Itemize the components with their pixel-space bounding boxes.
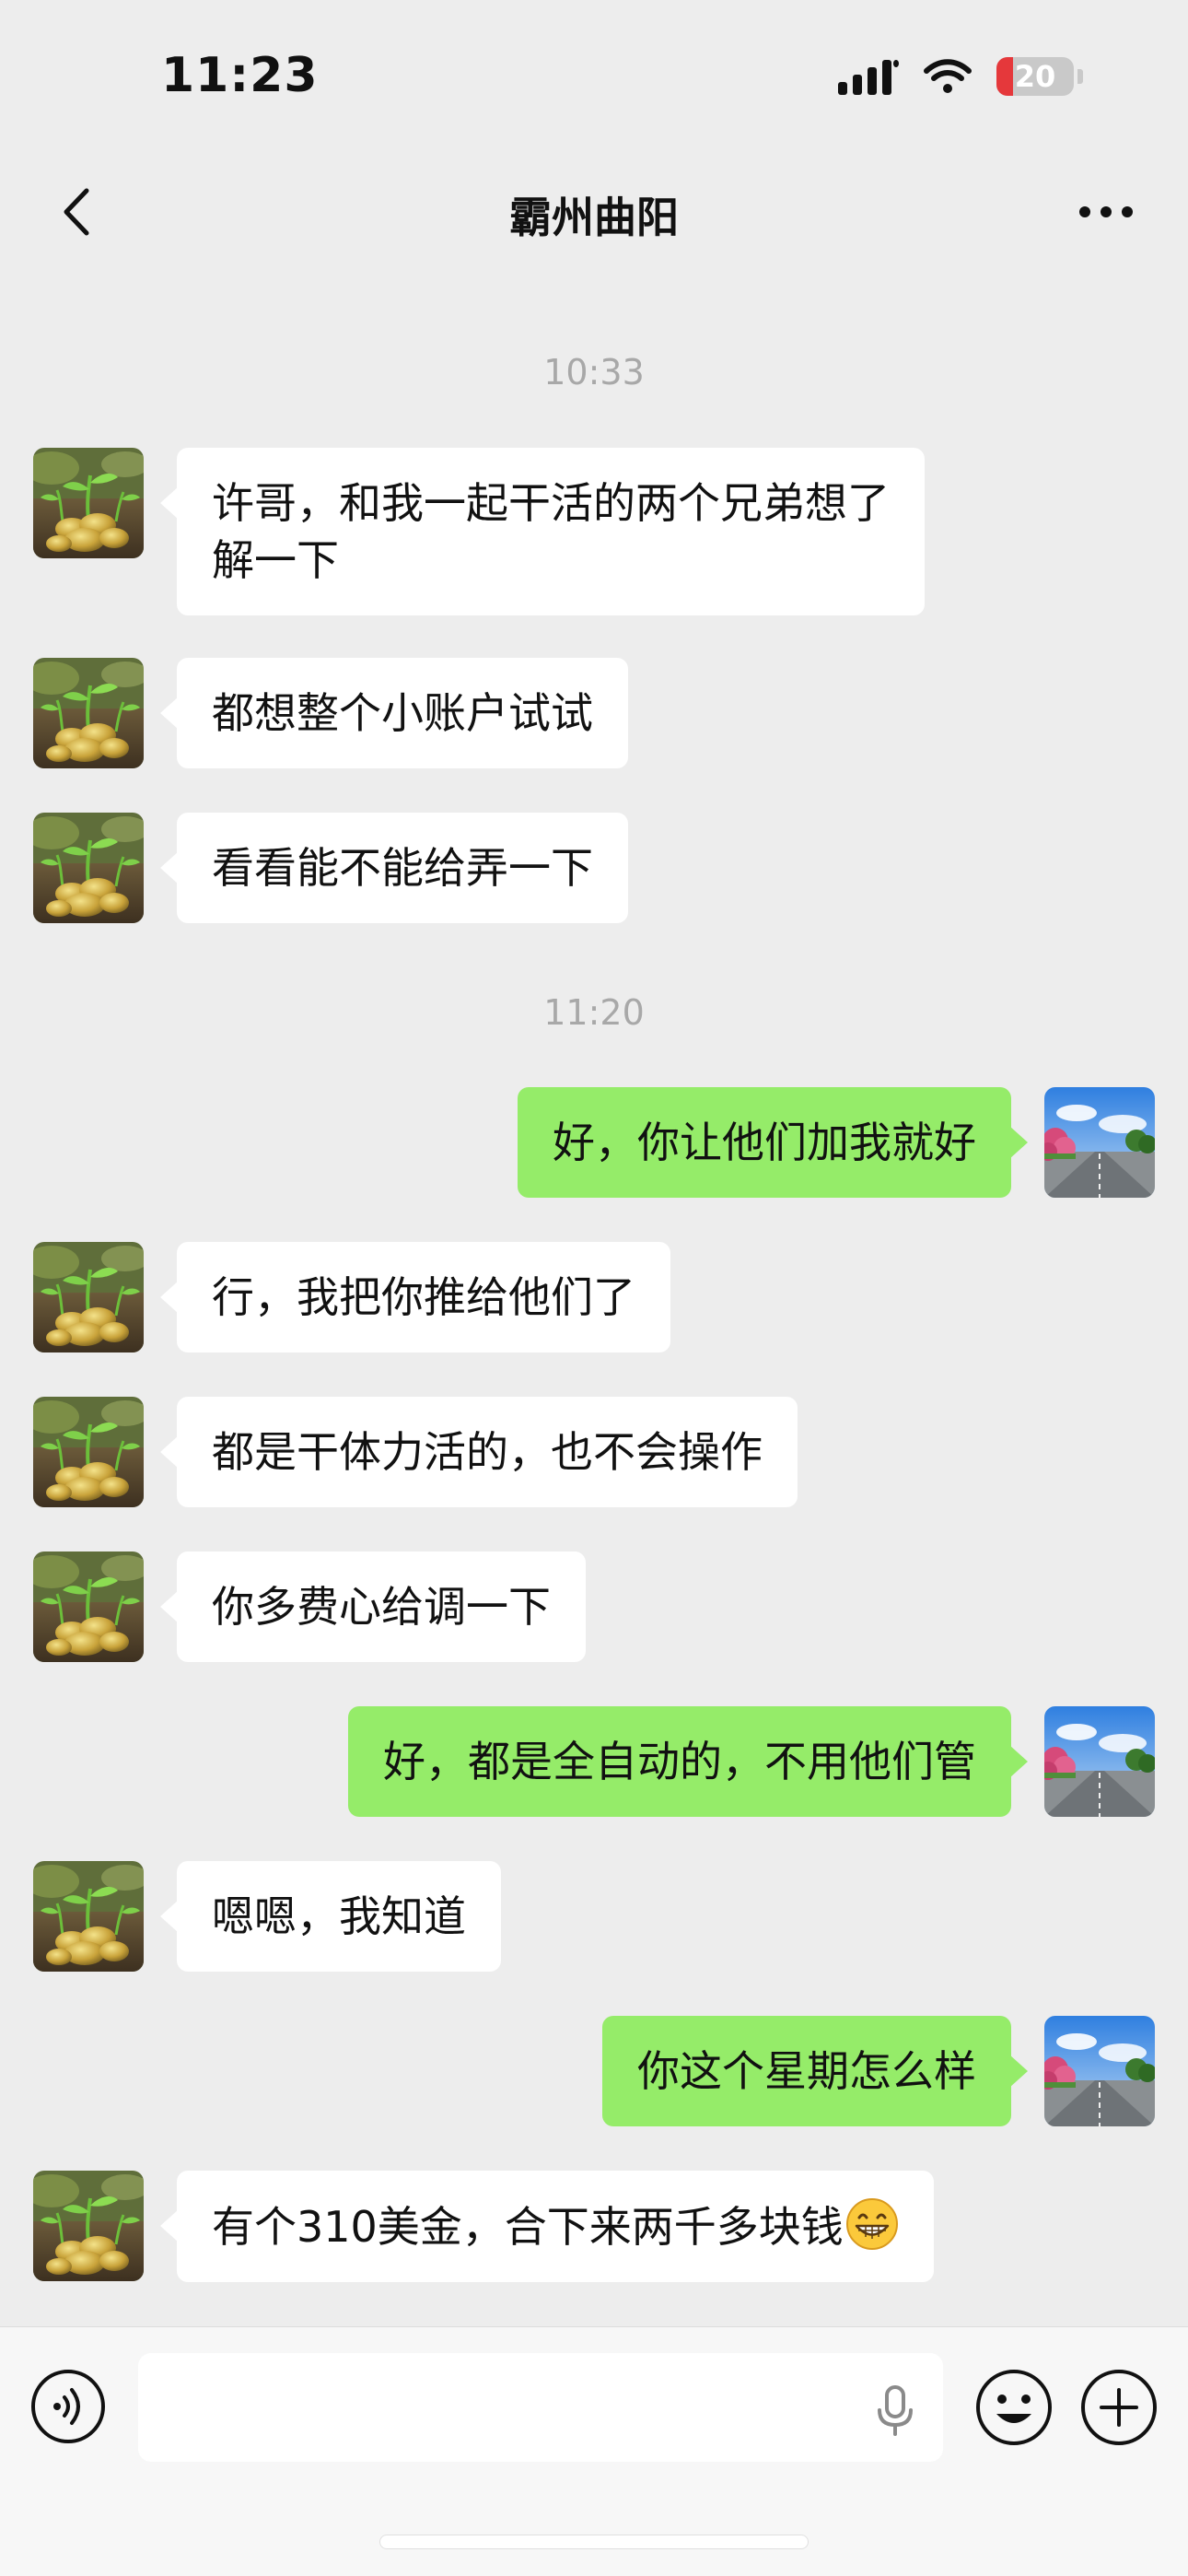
plus-icon[interactable] [1079,2368,1159,2447]
message-bubble[interactable]: 好，都是全自动的，不用他们管 [348,1706,1028,1817]
timestamp: 10:33 [543,352,645,392]
message-bubble[interactable]: 许哥，和我一起干活的两个兄弟想了 解一下 [160,448,925,615]
contact-avatar[interactable] [33,1861,144,1972]
battery-indicator: 20 [996,57,1074,96]
message-bubble[interactable]: 有个310美金，合下来两千多块钱 [160,2171,934,2282]
message-bubble[interactable]: 好，你让他们加我就好 [518,1087,1028,1198]
more-options-icon[interactable] [1074,184,1138,240]
chat-title: 霸州曲阳 [509,193,679,242]
contact-avatar[interactable] [33,658,144,768]
message-bubble[interactable]: 行，我把你推给他们了 [160,1242,670,1352]
status-bar: 11:23 20 [0,0,1188,157]
microphone-icon[interactable] [875,2384,915,2438]
self-avatar[interactable] [1044,2016,1155,2126]
message-bubble[interactable]: 看看能不能给弄一下 [160,813,628,923]
timestamp: 11:20 [543,992,645,1033]
nav-bar: 霸州曲阳 [0,157,1188,267]
message-bubble[interactable]: 嗯嗯，我知道 [160,1861,501,1972]
message-bubble[interactable]: 你这个星期怎么样 [602,2016,1028,2126]
message-bubble[interactable]: 都是干体力活的，也不会操作 [160,1397,798,1507]
voice-input-icon[interactable] [29,2368,107,2445]
emoji-icon[interactable] [974,2368,1054,2447]
self-avatar[interactable] [1044,1706,1155,1817]
grinning-face-emoji-icon [845,2198,898,2250]
wifi-icon [924,59,972,93]
status-indicators: 20 [838,57,1083,96]
contact-avatar[interactable] [33,2171,144,2281]
message-input[interactable] [138,2353,943,2462]
home-indicator[interactable] [380,2535,808,2548]
battery-cap [1077,69,1083,84]
contact-avatar[interactable] [33,1242,144,1352]
contact-avatar[interactable] [33,1397,144,1507]
battery-level: 20 [1014,59,1056,94]
contact-avatar[interactable] [33,813,144,923]
status-time: 11:23 [161,48,319,103]
message-bubble[interactable]: 都想整个小账户试试 [160,658,628,768]
contact-avatar[interactable] [33,448,144,558]
cellular-signal-icon [838,58,899,95]
message-text: 有个310美金，合下来两千多块钱 [212,2202,844,2252]
self-avatar[interactable] [1044,1087,1155,1198]
contact-avatar[interactable] [33,1551,144,1662]
message-bubble[interactable]: 你多费心给调一下 [160,1551,586,1662]
chat-history[interactable]: 10:33 许哥，和我一起干活的两个兄弟想了 解一下 都想整个小账户试试 看看能… [0,267,1188,2326]
